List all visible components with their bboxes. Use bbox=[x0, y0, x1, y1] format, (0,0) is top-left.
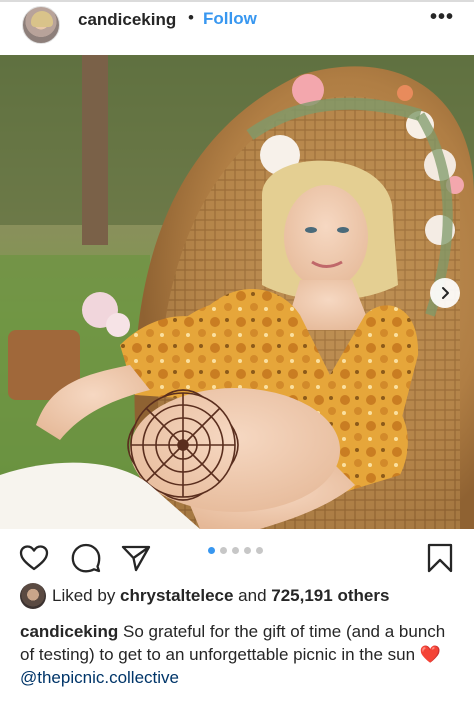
likes-prefix: Liked by bbox=[52, 586, 121, 605]
follow-button[interactable]: Follow bbox=[203, 9, 257, 29]
separator-dot: • bbox=[188, 8, 194, 27]
carousel-dot bbox=[220, 547, 227, 554]
caption-mention[interactable]: @thepicnic.collective bbox=[20, 668, 179, 687]
carousel-dot bbox=[232, 547, 239, 554]
carousel-dot-active bbox=[208, 547, 215, 554]
post-header: candiceking • Follow ••• bbox=[0, 2, 474, 54]
likes-count[interactable]: 725,191 others bbox=[271, 586, 389, 605]
carousel-next-button[interactable] bbox=[430, 278, 460, 308]
comment-icon[interactable] bbox=[70, 542, 102, 574]
likes-text[interactable]: Liked by chrystaltelece and 725,191 othe… bbox=[52, 586, 389, 606]
action-bar bbox=[0, 538, 474, 578]
carousel-indicator bbox=[208, 547, 263, 554]
bookmark-icon[interactable] bbox=[424, 542, 456, 574]
carousel-dot bbox=[256, 547, 263, 554]
caption-username[interactable]: candiceking bbox=[20, 622, 118, 641]
heart-emoji: ❤️ bbox=[419, 645, 441, 664]
chevron-right-icon bbox=[442, 287, 449, 299]
post-username[interactable]: candiceking bbox=[78, 10, 176, 30]
liker-username[interactable]: chrystaltelece bbox=[120, 586, 233, 605]
more-options-icon[interactable]: ••• bbox=[430, 6, 454, 29]
liker-avatar[interactable] bbox=[20, 583, 46, 609]
heart-icon[interactable] bbox=[18, 542, 50, 574]
carousel-dot bbox=[244, 547, 251, 554]
share-icon[interactable] bbox=[120, 542, 152, 574]
post-image[interactable] bbox=[0, 55, 474, 529]
likes-middle: and bbox=[233, 586, 272, 605]
likes-row: Liked by chrystaltelece and 725,191 othe… bbox=[20, 582, 460, 610]
avatar[interactable] bbox=[22, 6, 60, 44]
post-caption: candiceking So grateful for the gift of … bbox=[20, 620, 460, 689]
